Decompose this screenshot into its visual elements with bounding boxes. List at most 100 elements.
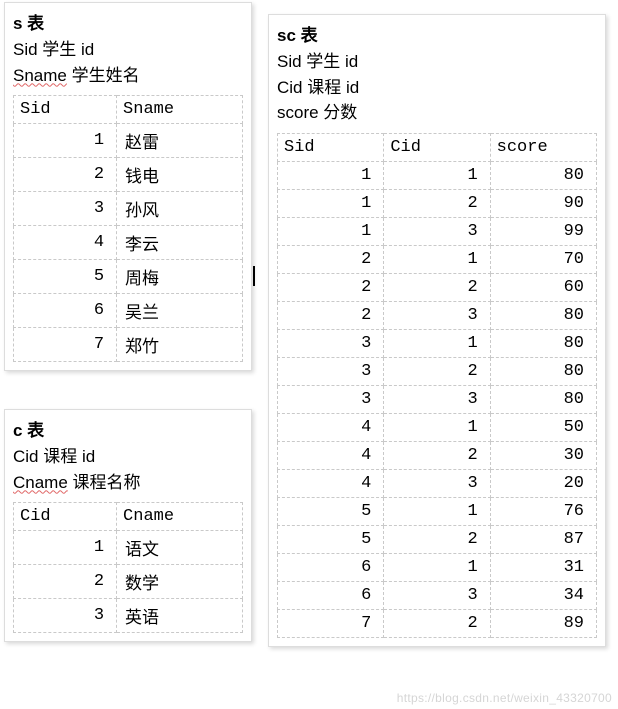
table-cell: 4 xyxy=(14,226,117,260)
table-cell: 80 xyxy=(490,329,596,357)
table-cell: 99 xyxy=(490,217,596,245)
table-cell: 2 xyxy=(384,189,490,217)
table-row: 4150 xyxy=(278,413,597,441)
table-cell: 3 xyxy=(14,599,117,633)
s-table: Sid Sname 1赵雷2钱电3孙风4李云5周梅6吴兰7郑竹 xyxy=(13,95,243,362)
sc-desc-score-key: score xyxy=(277,103,319,122)
c-desc-cname-val: 课程名称 xyxy=(68,473,141,492)
table-cell: 70 xyxy=(490,245,596,273)
table-cell: 2 xyxy=(384,609,490,637)
s-header: s 表 Sid 学生 id Sname 学生姓名 xyxy=(5,3,251,93)
table-cell: 吴兰 xyxy=(117,294,243,328)
table-cell: 50 xyxy=(490,413,596,441)
table-cell: 80 xyxy=(490,161,596,189)
s-desc-sname-key: Sname xyxy=(13,66,67,85)
table-row: 3孙风 xyxy=(14,192,243,226)
table-cell: 1 xyxy=(384,413,490,441)
table-cell: 80 xyxy=(490,385,596,413)
table-cell: 钱电 xyxy=(117,158,243,192)
table-row: 1399 xyxy=(278,217,597,245)
sc-col-score: score xyxy=(490,133,596,161)
table-cell: 2 xyxy=(384,357,490,385)
table-row: 3380 xyxy=(278,385,597,413)
sc-desc-score: score 分数 xyxy=(277,101,597,126)
sc-table: Sid Cid score 11801290139921702260238031… xyxy=(277,133,597,638)
sc-desc-cid: Cid 课程 id xyxy=(277,76,597,101)
table-cell: 5 xyxy=(278,497,384,525)
table-row: 1290 xyxy=(278,189,597,217)
table-cell: 1 xyxy=(278,189,384,217)
table-row: 6131 xyxy=(278,553,597,581)
table-cell: 4 xyxy=(278,469,384,497)
table-cell: 2 xyxy=(384,273,490,301)
c-table-block: c 表 Cid 课程 id Cname 课程名称 Cid Cname 1语文2数… xyxy=(4,409,252,642)
table-row: 1180 xyxy=(278,161,597,189)
s-desc-sid-key: Sid xyxy=(13,40,38,59)
table-cell: 1 xyxy=(384,497,490,525)
sc-table-block: sc 表 Sid 学生 id Cid 课程 id score 分数 Sid Ci… xyxy=(268,14,606,647)
table-cell: 76 xyxy=(490,497,596,525)
table-cell: 6 xyxy=(278,553,384,581)
table-cell: 6 xyxy=(14,294,117,328)
sc-desc-sid: Sid 学生 id xyxy=(277,50,597,75)
table-cell: 4 xyxy=(278,441,384,469)
table-cell: 语文 xyxy=(117,531,243,565)
table-cell: 89 xyxy=(490,609,596,637)
table-cell: 5 xyxy=(278,525,384,553)
table-row: 3180 xyxy=(278,329,597,357)
table-row: 3英语 xyxy=(14,599,243,633)
c-desc-cid-key: Cid xyxy=(13,447,39,466)
table-cell: 3 xyxy=(278,329,384,357)
c-header: c 表 Cid 课程 id Cname 课程名称 xyxy=(5,410,251,500)
table-cell: 1 xyxy=(14,531,117,565)
table-row: 7289 xyxy=(278,609,597,637)
c-title: c 表 xyxy=(13,416,243,441)
s-title: s 表 xyxy=(13,9,243,34)
table-row: 2380 xyxy=(278,301,597,329)
table-cell: 7 xyxy=(278,609,384,637)
sc-desc-cid-val: 课程 id xyxy=(303,78,360,97)
table-cell: 孙风 xyxy=(117,192,243,226)
table-cell: 2 xyxy=(278,273,384,301)
sc-col-cid: Cid xyxy=(384,133,490,161)
table-cell: 2 xyxy=(384,441,490,469)
s-table-block: s 表 Sid 学生 id Sname 学生姓名 Sid Sname 1赵雷2钱… xyxy=(4,2,252,371)
table-row: 2数学 xyxy=(14,565,243,599)
table-row: 4320 xyxy=(278,469,597,497)
table-cell: 80 xyxy=(490,357,596,385)
table-cell: 30 xyxy=(490,441,596,469)
table-cell: 1 xyxy=(278,161,384,189)
table-cell: 1 xyxy=(384,553,490,581)
c-desc-cid: Cid 课程 id xyxy=(13,445,243,470)
table-row: 3280 xyxy=(278,357,597,385)
table-cell: 2 xyxy=(384,525,490,553)
table-row: 5287 xyxy=(278,525,597,553)
s-desc-sid: Sid 学生 id xyxy=(13,38,243,63)
table-cell: 3 xyxy=(384,217,490,245)
table-row: 2钱电 xyxy=(14,158,243,192)
table-row: 1语文 xyxy=(14,531,243,565)
table-row: 5176 xyxy=(278,497,597,525)
table-row: 6吴兰 xyxy=(14,294,243,328)
c-table-head-row: Cid Cname xyxy=(14,503,243,531)
table-cell: 87 xyxy=(490,525,596,553)
s-desc-sname-val: 学生姓名 xyxy=(67,66,140,85)
s-desc-sname: Sname 学生姓名 xyxy=(13,64,243,89)
table-row: 7郑竹 xyxy=(14,328,243,362)
sc-desc-sid-val: 学生 id xyxy=(302,52,359,71)
c-desc-cid-val: 课程 id xyxy=(39,447,96,466)
c-col-cid: Cid xyxy=(14,503,117,531)
table-cell: 2 xyxy=(278,301,384,329)
table-cell: 3 xyxy=(384,469,490,497)
watermark-text: https://blog.csdn.net/weixin_43320700 xyxy=(397,691,612,705)
table-cell: 2 xyxy=(14,158,117,192)
s-col-sname: Sname xyxy=(117,96,243,124)
table-row: 4230 xyxy=(278,441,597,469)
c-desc-cname-key: Cname xyxy=(13,473,68,492)
table-cell: 90 xyxy=(490,189,596,217)
table-cell: 31 xyxy=(490,553,596,581)
table-cell: 20 xyxy=(490,469,596,497)
table-cell: 郑竹 xyxy=(117,328,243,362)
table-cell: 英语 xyxy=(117,599,243,633)
c-col-cname: Cname xyxy=(117,503,243,531)
